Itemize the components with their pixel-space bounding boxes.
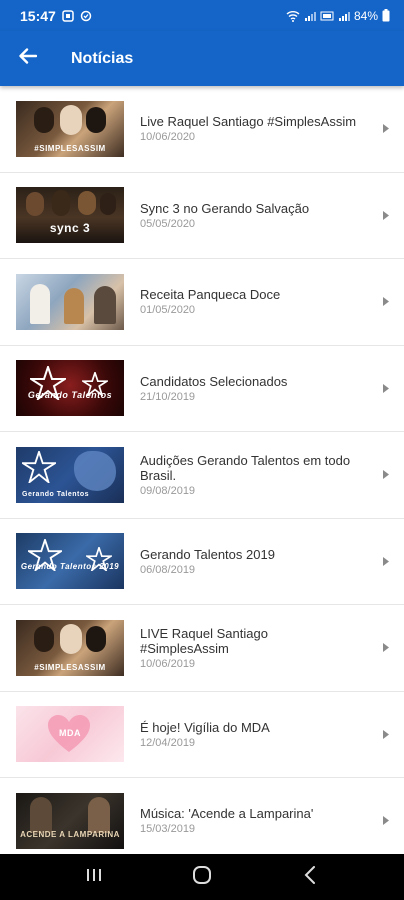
news-item[interactable]: #SIMPLESASSIM LIVE Raquel Santiago #Simp… (0, 605, 404, 692)
thumb-caption: Gerando Talentos (27, 390, 113, 401)
back-nav-button[interactable] (280, 854, 340, 900)
system-nav-bar (0, 854, 404, 900)
thumb-caption: sync 3 (49, 221, 91, 236)
news-thumbnail: Gerando Talentos 2019 (16, 533, 124, 590)
chevron-right-icon (368, 643, 404, 653)
news-date: 10/06/2020 (140, 131, 196, 144)
signal-icon (304, 10, 316, 22)
news-date: 15/03/2019 (140, 823, 196, 836)
battery-percent: 84% (353, 8, 378, 23)
status-time: 15:47 (20, 7, 56, 24)
page-title: Notícias (71, 49, 134, 67)
news-title: Candidatos Selecionados (140, 373, 288, 389)
news-title: Sync 3 no Gerando Salvação (140, 200, 310, 216)
wifi-icon (286, 10, 300, 22)
home-button[interactable] (172, 854, 232, 900)
news-thumbnail: Gerando Talentos (16, 446, 124, 503)
chevron-right-icon (368, 124, 404, 134)
news-item[interactable]: MDA É hoje! Vigília do MDA 12/04/2019 (0, 692, 404, 778)
news-date: 10/06/2019 (140, 657, 196, 670)
news-item[interactable]: sync 3 Sync 3 no Gerando Salvação 05/05/… (0, 173, 404, 259)
chevron-right-icon (368, 556, 404, 566)
news-item[interactable]: Gerando Talentos Candidatos Selecionados… (0, 346, 404, 432)
news-thumbnail (16, 273, 124, 330)
chevron-right-icon (368, 297, 404, 307)
news-thumbnail: MDA (16, 706, 124, 763)
chevron-right-icon (368, 470, 404, 480)
chevron-right-icon (368, 383, 404, 393)
news-item[interactable]: Gerando Talentos 2019 Gerando Talentos 2… (0, 519, 404, 605)
news-date: 06/08/2019 (140, 563, 196, 576)
news-item[interactable]: Gerando Talentos Audições Gerando Talent… (0, 432, 404, 519)
thumb-caption: #SIMPLESASSIM (34, 143, 106, 153)
news-title: Audições Gerando Talentos em todo Brasil… (140, 452, 351, 483)
news-date: 21/10/2019 (140, 390, 196, 403)
app-bar: Notícias (0, 31, 404, 86)
news-title: É hoje! Vigília do MDA (140, 719, 270, 735)
chevron-left-icon (304, 865, 316, 889)
news-title: Receita Panqueca Doce (140, 287, 281, 303)
thumb-caption: MDA (59, 728, 81, 739)
news-date: 09/08/2019 (140, 484, 196, 497)
news-title: LIVE Raquel Santiago #SimplesAssim (140, 625, 268, 656)
back-button[interactable] (0, 31, 56, 86)
thumb-caption: Gerando Talentos 2019 (20, 562, 120, 572)
news-list[interactable]: #SIMPLESASSIM Live Raquel Santiago #Simp… (0, 86, 404, 854)
screenshot-icon (62, 9, 74, 22)
news-thumbnail: #SIMPLESASSIM (16, 619, 124, 676)
battery-icon (382, 9, 390, 22)
news-title: Música: 'Acende a Lamparina' (140, 806, 314, 822)
news-thumbnail: ACENDE A LAMPARINA (16, 792, 124, 849)
thumb-caption: #SIMPLESASSIM (34, 662, 106, 672)
news-thumbnail: #SIMPLESASSIM (16, 100, 124, 157)
news-item[interactable]: Receita Panqueca Doce 01/05/2020 (0, 259, 404, 346)
thumb-caption: Gerando Talentos (22, 490, 89, 498)
chevron-right-icon (368, 816, 404, 826)
news-thumbnail: Gerando Talentos (16, 360, 124, 417)
news-date: 05/05/2020 (140, 217, 196, 230)
thumb-caption: ACENDE A LAMPARINA (20, 829, 120, 839)
recents-icon (85, 868, 103, 887)
news-date: 12/04/2019 (140, 736, 196, 749)
recents-button[interactable] (64, 854, 124, 900)
chevron-right-icon (368, 210, 404, 220)
home-icon (192, 865, 212, 890)
status-bar: 15:47 84% (0, 0, 404, 31)
signal-icon-2 (338, 10, 350, 22)
news-item[interactable]: #SIMPLESASSIM Live Raquel Santiago #Simp… (0, 86, 404, 173)
news-title: Gerando Talentos 2019 (140, 546, 275, 562)
arrow-left-icon (19, 48, 38, 69)
news-title: Live Raquel Santiago #SimplesAssim (140, 114, 357, 130)
sync-icon (80, 10, 92, 22)
volte-icon (320, 10, 334, 22)
news-thumbnail: sync 3 (16, 187, 124, 244)
news-date: 01/05/2020 (140, 304, 196, 317)
chevron-right-icon (368, 729, 404, 739)
news-item[interactable]: ACENDE A LAMPARINA Música: 'Acende a Lam… (0, 778, 404, 854)
